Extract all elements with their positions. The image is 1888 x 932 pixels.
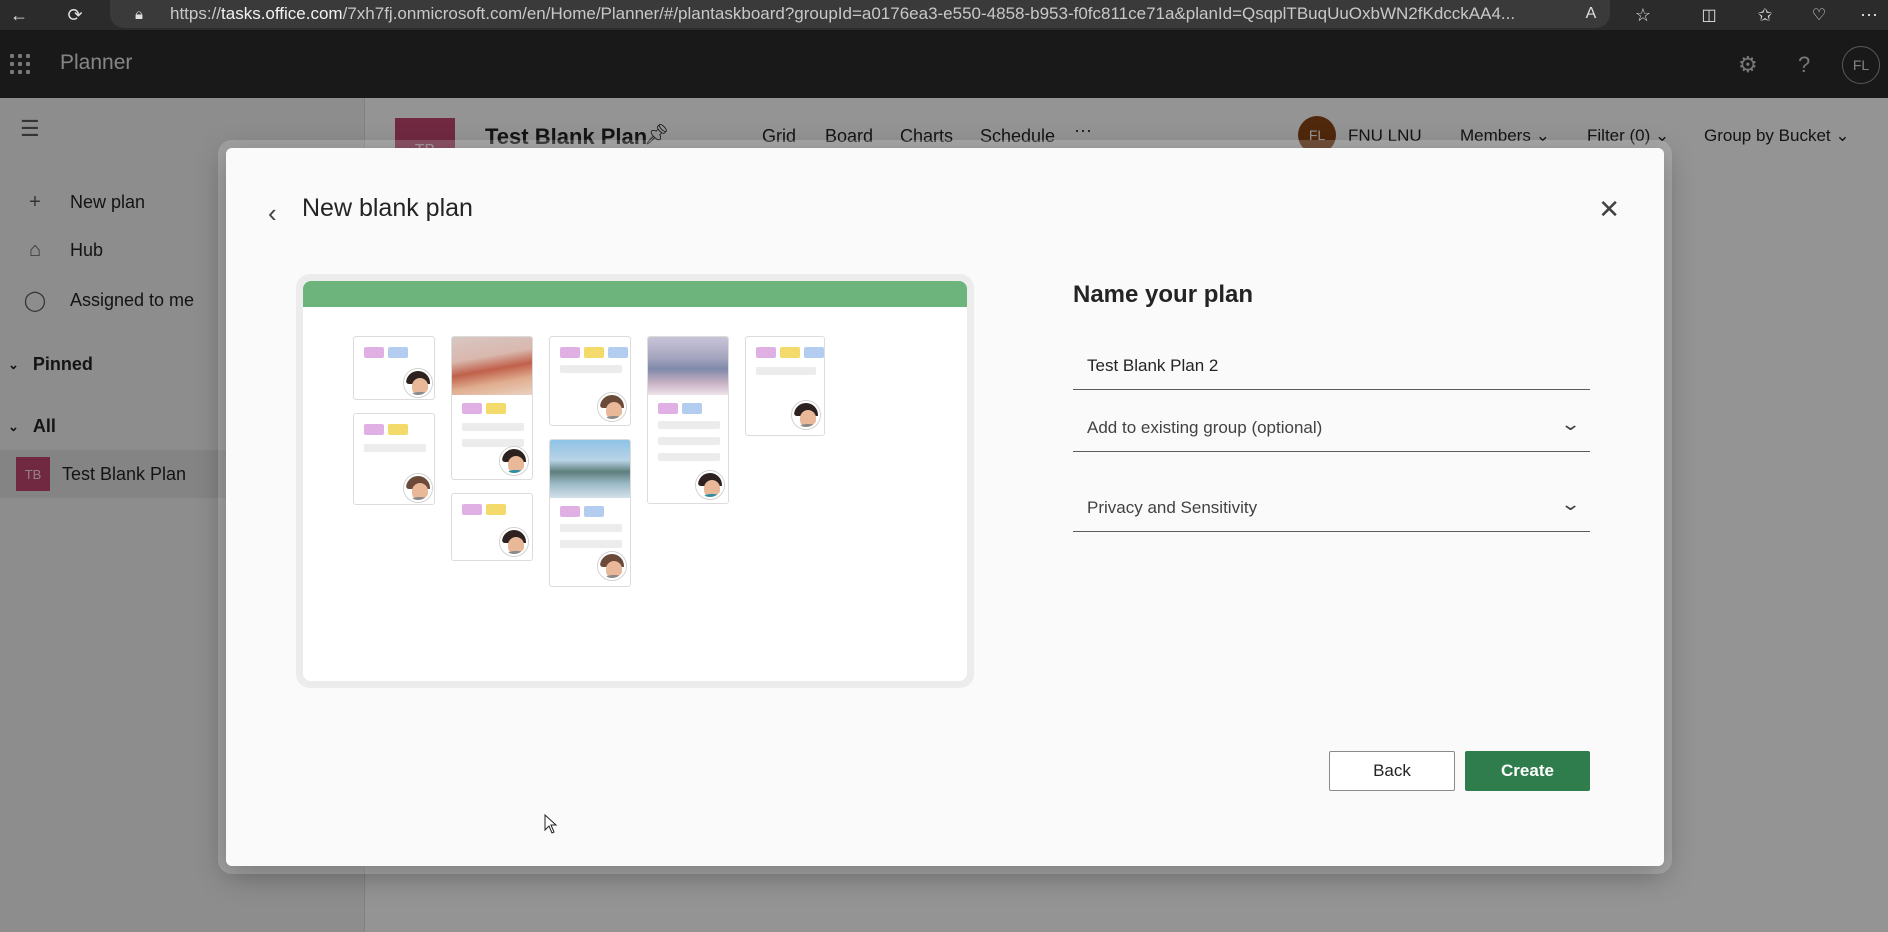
url-text[interactable]: https://tasks.office.com/7xh7fj.onmicros… (170, 4, 1515, 24)
browser-more-icon[interactable]: ⋯ (1858, 4, 1880, 26)
back-chevron-icon[interactable]: ‹ (268, 198, 277, 229)
dialog-title: New blank plan (302, 194, 473, 222)
avatar-illustration (598, 552, 626, 580)
avatar-illustration (404, 369, 432, 397)
avatar-illustration (500, 528, 528, 556)
chevron-down-icon: ⌄ (1559, 414, 1582, 434)
illustration-card (549, 439, 631, 587)
form-title: Name your plan (1073, 281, 1254, 308)
group-select-placeholder: Add to existing group (optional) (1087, 418, 1323, 437)
favorite-star-icon[interactable]: ☆ (1632, 4, 1654, 26)
address-bar[interactable]: 🔒︎ https://tasks.office.com/7xh7fj.onmic… (110, 0, 1610, 28)
illustration-card (745, 336, 825, 436)
avatar-illustration (404, 474, 432, 502)
chevron-down-icon: ⌄ (1559, 494, 1582, 514)
lock-icon[interactable]: 🔒︎ (128, 3, 150, 25)
group-select[interactable]: Add to existing group (optional) ⌄ (1073, 396, 1590, 452)
browser-essentials-icon[interactable]: ♡ (1808, 4, 1830, 26)
avatar-illustration (500, 447, 528, 475)
create-button[interactable]: Create (1465, 751, 1590, 791)
privacy-select-placeholder: Privacy and Sensitivity (1087, 498, 1258, 517)
illustration-card (353, 413, 435, 505)
close-icon[interactable]: ✕ (1598, 194, 1620, 225)
read-aloud-icon[interactable]: A (1580, 3, 1602, 25)
plan-illustration (296, 274, 974, 688)
illustration-header-bar (303, 281, 967, 307)
avatar-illustration (792, 401, 820, 429)
illustration-card (451, 493, 533, 561)
mouse-cursor-icon (544, 814, 558, 834)
browser-back-icon[interactable]: ← (8, 4, 30, 26)
back-button[interactable]: Back (1329, 751, 1455, 791)
split-screen-icon[interactable]: ◫ (1698, 4, 1720, 26)
plan-name-input[interactable] (1087, 356, 1567, 376)
browser-refresh-icon[interactable]: ⟳ (64, 4, 86, 26)
avatar-illustration (598, 393, 626, 421)
browser-toolbar: ← ⟳ 🔒︎ https://tasks.office.com/7xh7fj.o… (0, 0, 1888, 30)
plan-name-field[interactable] (1073, 346, 1590, 390)
avatar-illustration (696, 471, 724, 499)
illustration-card (353, 336, 435, 400)
new-plan-dialog: ‹ New blank plan ✕ Name your plan Test B… (226, 148, 1664, 866)
privacy-select[interactable]: Privacy and Sensitivity ⌄ (1073, 476, 1590, 532)
illustration-card (451, 336, 533, 480)
illustration-card (647, 336, 729, 504)
illustration-card (549, 336, 631, 426)
favorites-icon[interactable]: ✩ (1754, 4, 1776, 26)
